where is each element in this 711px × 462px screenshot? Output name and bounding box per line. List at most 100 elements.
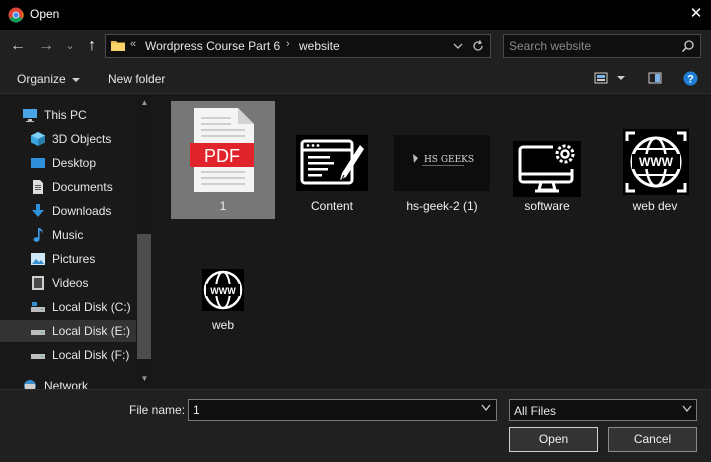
web-dev-globe-icon: WWW — [623, 129, 689, 195]
file-name: Content — [310, 199, 354, 213]
sidebar-item-videos[interactable]: Videos — [0, 272, 136, 294]
navigation-pane: This PC 3D Objects Desktop Documents Dow… — [0, 95, 153, 389]
software-settings-icon — [513, 141, 581, 197]
sidebar-item-label: Desktop — [52, 156, 97, 170]
preview-pane-icon[interactable] — [648, 71, 662, 85]
title-bar: Open ✕ — [0, 0, 711, 30]
sidebar-item-label: Music — [52, 228, 84, 242]
window-title: Open — [30, 7, 60, 21]
caret-down-icon — [71, 77, 80, 82]
command-toolbar: Organize New folder ? — [0, 64, 711, 94]
up-button[interactable]: ↑ — [84, 36, 100, 58]
sidebar-item-pictures[interactable]: Pictures — [0, 248, 136, 270]
hs-geeks-logo-icon: HS GEEKS — [394, 135, 490, 191]
help-icon[interactable]: ? — [683, 71, 698, 86]
organize-button[interactable]: Organize — [17, 72, 80, 86]
sidebar-item-this-pc[interactable]: This PC — [0, 104, 136, 126]
folder-icon — [111, 41, 125, 51]
search-box[interactable]: Search website — [503, 34, 701, 58]
scroll-down-icon[interactable]: ▼ — [136, 371, 153, 387]
cancel-button[interactable]: Cancel — [608, 427, 697, 452]
sidebar-item-local-disk-c[interactable]: Local Disk (C:) — [0, 296, 136, 318]
content-editor-icon — [296, 135, 368, 191]
pdf-badge-text: PDF — [204, 146, 240, 166]
breadcrumb-wordpress-course[interactable]: Wordpress Course Part 6 — [145, 39, 280, 53]
sidebar-item-desktop[interactable]: Desktop — [0, 152, 136, 174]
file-name: 1 — [219, 199, 227, 213]
file-item-1[interactable]: PDF 1 — [171, 101, 275, 219]
network-icon — [24, 380, 36, 389]
recent-locations-button[interactable]: ⌄ — [64, 36, 76, 58]
file-item-web-dev[interactable]: WWW web dev — [603, 101, 707, 219]
sidebar-item-documents[interactable]: Documents — [0, 176, 136, 198]
file-item-web[interactable]: WWW web — [171, 217, 275, 335]
drive-icon — [31, 354, 45, 359]
change-view-icon[interactable] — [594, 71, 608, 85]
web-badge-text: WWW — [210, 286, 236, 296]
organize-label: Organize — [17, 72, 66, 86]
downloads-icon — [32, 204, 44, 217]
file-item-hs-geek-2[interactable]: HS GEEKS hs-geek-2 (1) — [390, 101, 494, 219]
pc-icon — [23, 109, 37, 122]
file-name: hs-geek-2 (1) — [406, 199, 478, 213]
address-bar[interactable]: « Wordpress Course Part 6 › website — [105, 34, 491, 58]
open-button[interactable]: Open — [509, 427, 598, 452]
music-icon — [33, 228, 43, 242]
file-name: software — [524, 199, 570, 213]
sidebar-item-label: This PC — [44, 108, 87, 122]
documents-icon — [33, 180, 43, 194]
search-icon[interactable] — [681, 39, 695, 53]
breadcrumb-website[interactable]: website — [299, 39, 340, 53]
file-item-software[interactable]: software — [495, 101, 599, 219]
sidebar-scrollbar[interactable]: ▲ ▼ — [136, 95, 153, 389]
sidebar-item-label: Videos — [52, 276, 89, 290]
sidebar-item-label: Network — [44, 379, 89, 389]
desktop-icon — [31, 158, 45, 168]
file-name: web — [211, 318, 234, 332]
refresh-icon[interactable] — [470, 37, 486, 55]
forward-button[interactable]: → — [38, 36, 54, 58]
file-name-dropdown-icon[interactable] — [481, 404, 491, 412]
videos-icon — [32, 276, 44, 290]
file-type-select[interactable]: All Files — [509, 399, 697, 421]
pictures-icon — [31, 253, 45, 265]
drive-icon — [31, 330, 45, 335]
back-button[interactable]: ← — [10, 36, 26, 58]
sidebar-item-label: Pictures — [52, 252, 96, 266]
file-list: PDF 1 Content HS GEEKS hs-geek-2 (1) sof… — [156, 95, 711, 389]
chevron-down-icon — [682, 405, 692, 413]
view-options-chevron-icon[interactable] — [616, 71, 626, 85]
drive-c-icon — [31, 302, 45, 312]
www-globe-icon: WWW — [202, 269, 244, 311]
sidebar-item-local-disk-f[interactable]: Local Disk (F:) — [0, 344, 136, 366]
file-name-label: File name: — [129, 403, 186, 417]
sidebar-item-3d-objects[interactable]: 3D Objects — [0, 128, 136, 150]
sidebar-item-label: Documents — [52, 180, 113, 194]
hs-geeks-logo-text: HS GEEKS — [424, 155, 474, 165]
web-dev-badge-text: WWW — [639, 155, 674, 169]
scroll-up-icon[interactable]: ▲ — [136, 95, 153, 111]
pdf-icon: PDF — [190, 108, 254, 192]
scrollbar-thumb[interactable] — [137, 234, 151, 359]
close-icon[interactable]: ✕ — [681, 0, 711, 30]
search-placeholder: Search website — [509, 39, 592, 53]
sidebar-item-label: Local Disk (C:) — [52, 300, 131, 314]
file-type-value: All Files — [514, 404, 557, 418]
sidebar-item-network[interactable]: Network — [0, 375, 136, 389]
new-folder-button[interactable]: New folder — [108, 72, 165, 86]
navigation-bar: ← → ⌄ ↑ « Wordpress Course Part 6 › webs… — [0, 30, 711, 64]
file-name-field[interactable] — [188, 399, 497, 421]
svg-text:?: ? — [687, 74, 694, 86]
sidebar-item-music[interactable]: Music — [0, 224, 136, 246]
file-item-content[interactable]: Content — [280, 101, 384, 219]
dialog-footer: File name: All Files Open Cancel — [0, 389, 711, 462]
sidebar-item-downloads[interactable]: Downloads — [0, 200, 136, 222]
breadcrumb-separator: › — [286, 38, 290, 50]
chrome-icon — [8, 7, 24, 23]
chevron-down-icon[interactable] — [450, 37, 466, 55]
sidebar-item-label: 3D Objects — [52, 132, 112, 146]
breadcrumb-overflow[interactable]: « — [130, 38, 136, 50]
sidebar-item-local-disk-e[interactable]: Local Disk (E:) — [0, 320, 136, 342]
3d-objects-icon — [31, 132, 45, 146]
sidebar-item-label: Local Disk (F:) — [52, 348, 130, 362]
